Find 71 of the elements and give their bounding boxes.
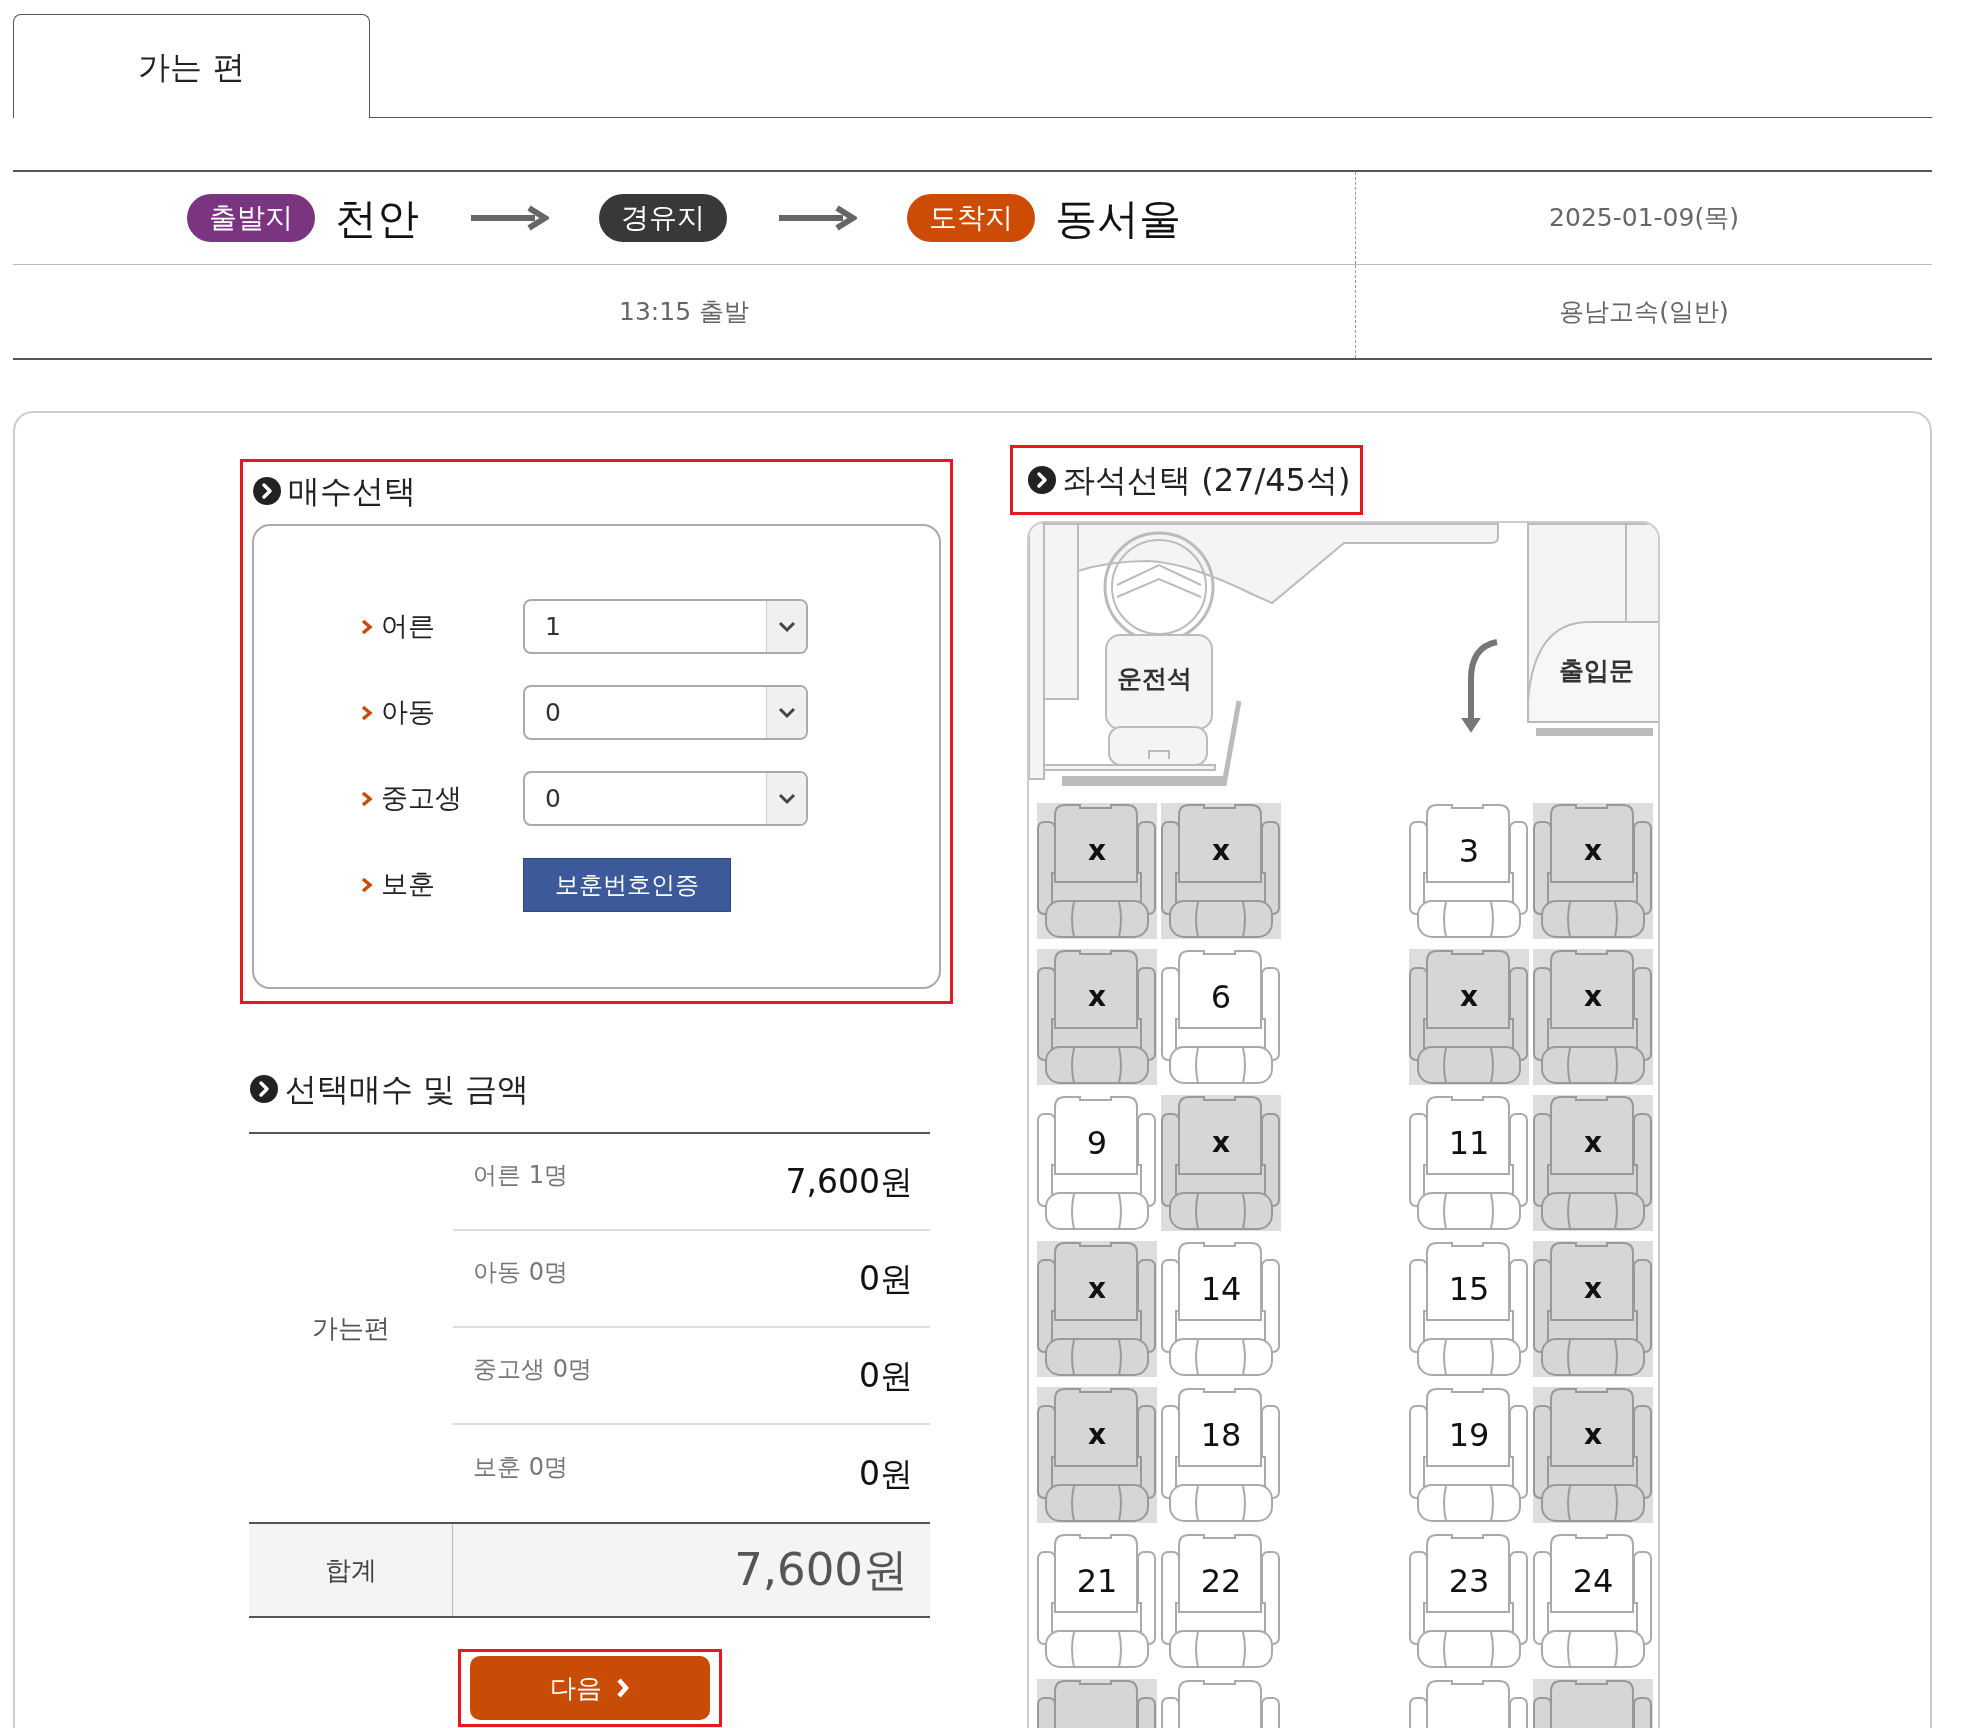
dropdown-field[interactable]: 0 bbox=[523, 771, 808, 826]
seat-button[interactable]: 15 bbox=[1409, 1241, 1529, 1377]
chevron-icon bbox=[361, 876, 373, 893]
seat-button[interactable]: 19 bbox=[1409, 1387, 1529, 1523]
departure-time: 13:15 출발 bbox=[619, 295, 749, 328]
seat-button[interactable]: 14 bbox=[1161, 1241, 1281, 1377]
section-title: 좌석선택 (27/45석) bbox=[1063, 460, 1351, 501]
fare-amount: 0원 bbox=[859, 1452, 913, 1495]
total-label: 합계 bbox=[324, 1553, 377, 1587]
seat-button[interactable]: 6 bbox=[1161, 949, 1281, 1085]
next-button[interactable]: 다음 bbox=[469, 1656, 710, 1720]
seat-button[interactable]: 24 bbox=[1533, 1533, 1653, 1669]
door-label: 출입문 bbox=[1559, 658, 1634, 683]
chevron-icon bbox=[361, 704, 373, 721]
travel-date: 2025-01-09(목) bbox=[1549, 202, 1739, 235]
section-title: 매수선택 bbox=[288, 471, 416, 512]
passenger-count: 아동 0명 bbox=[473, 1256, 568, 1288]
seat-button[interactable]: 21 bbox=[1037, 1533, 1157, 1669]
trip-label: 가는편 bbox=[312, 1311, 390, 1345]
sold-seat[interactable]: x bbox=[1037, 1241, 1157, 1377]
section-title: 선택매수 및 금액 bbox=[285, 1069, 530, 1110]
passenger-count: 어른 1명 bbox=[473, 1159, 568, 1191]
chevron-circle-icon bbox=[1027, 465, 1057, 495]
sold-seat[interactable]: x bbox=[1161, 803, 1281, 939]
chevron-down-icon bbox=[777, 620, 796, 633]
driver-seat-label: 운전석 bbox=[1117, 666, 1192, 691]
passenger-count: 보훈 0명 bbox=[473, 1451, 568, 1483]
sold-seat[interactable]: x bbox=[1533, 949, 1653, 1085]
verify-button[interactable]: 보훈번호인증 bbox=[523, 857, 731, 912]
stop-tag: 출발지 bbox=[187, 194, 315, 242]
fare-amount: 0원 bbox=[859, 1257, 913, 1300]
arrow-icon bbox=[469, 205, 549, 231]
arrow-icon bbox=[777, 205, 857, 231]
sold-seat[interactable]: x bbox=[1533, 1387, 1653, 1523]
seat-button[interactable]: 9 bbox=[1037, 1095, 1157, 1231]
dropdown-field[interactable]: 0 bbox=[523, 685, 808, 740]
sold-seat[interactable]: x bbox=[1037, 1387, 1157, 1523]
fare-amount: 0원 bbox=[859, 1354, 913, 1397]
chevron-circle-icon bbox=[252, 476, 282, 506]
seat-button[interactable]: 22 bbox=[1161, 1533, 1281, 1669]
seat-button[interactable]: 18 bbox=[1161, 1387, 1281, 1523]
fare-amount: 7,600원 bbox=[785, 1160, 913, 1203]
chevron-circle-icon bbox=[249, 1074, 279, 1104]
seat-button[interactable]: 11 bbox=[1409, 1095, 1529, 1231]
passenger-type-label: 보훈 bbox=[381, 867, 435, 902]
sold-seat[interactable]: x bbox=[1533, 1095, 1653, 1231]
sold-seat[interactable]: x bbox=[1161, 1095, 1281, 1231]
stop-tag: 경유지 bbox=[599, 194, 727, 242]
chevron-icon bbox=[361, 618, 373, 635]
passenger-type-label: 아동 bbox=[381, 695, 435, 730]
total-amount: 7,600원 bbox=[734, 1542, 908, 1599]
sold-seat[interactable]: x bbox=[1533, 803, 1653, 939]
sold-seat[interactable]: x bbox=[1533, 1241, 1653, 1377]
passenger-type-label: 중고생 bbox=[381, 781, 462, 816]
chevron-icon bbox=[361, 790, 373, 807]
seat-button[interactable]: 23 bbox=[1409, 1533, 1529, 1669]
sold-seat[interactable]: x bbox=[1409, 949, 1529, 1085]
sold-seat[interactable]: x bbox=[1037, 803, 1157, 939]
bus-company: 용남고속(일반) bbox=[1559, 295, 1729, 328]
chevron-down-icon bbox=[777, 706, 796, 719]
passenger-count: 중고생 0명 bbox=[473, 1353, 592, 1385]
place-name: 동서울 bbox=[1055, 192, 1181, 245]
sold-seat[interactable]: x bbox=[1037, 949, 1157, 1085]
seat-button[interactable]: 3 bbox=[1409, 803, 1529, 939]
dropdown-field[interactable]: 1 bbox=[523, 599, 808, 654]
chevron-down-icon bbox=[777, 792, 796, 805]
stop-tag: 도착지 bbox=[907, 194, 1035, 242]
passenger-type-label: 어른 bbox=[381, 609, 435, 644]
tab[interactable]: 가는 편 bbox=[13, 14, 370, 118]
chevron-icon bbox=[615, 1677, 630, 1699]
place-name: 천안 bbox=[335, 192, 419, 245]
